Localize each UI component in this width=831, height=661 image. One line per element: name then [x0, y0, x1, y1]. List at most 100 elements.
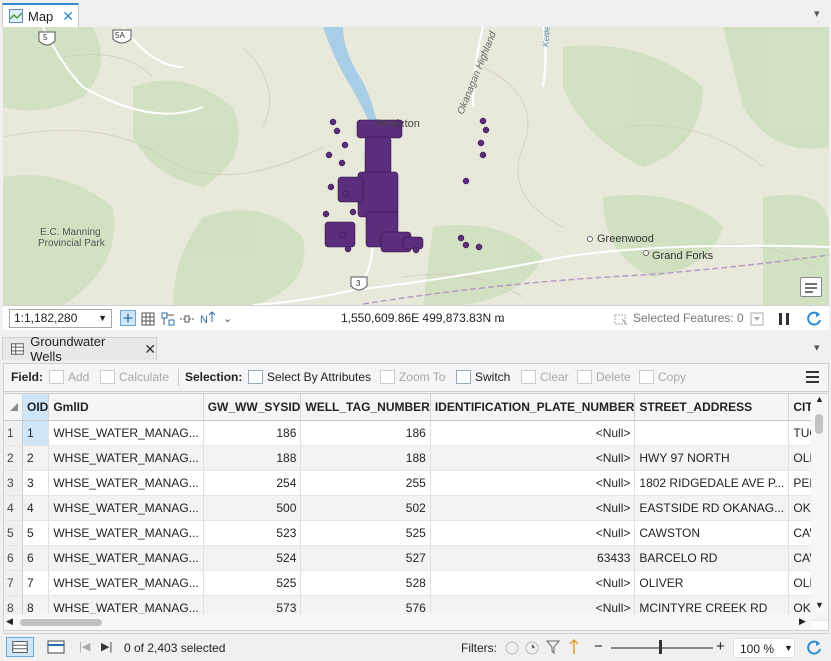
table-row[interactable]: 5 5 WHSE_WATER_MANAG... 523 525 <Null> CAWSTON…	[4, 520, 828, 546]
table-cell[interactable]: WHSE_WATER_MANAG...	[48, 570, 204, 596]
table-cell[interactable]: CAWSTON	[634, 520, 790, 546]
row-number[interactable]: 3	[4, 470, 23, 496]
row-selector-header[interactable]	[4, 394, 23, 421]
row-number[interactable]: 5	[4, 520, 23, 546]
select-by-attributes-button[interactable]: Select By Attributes	[248, 370, 371, 384]
column-header[interactable]: OID	[22, 394, 50, 421]
extent-filter-icon[interactable]	[504, 640, 520, 656]
table-cell[interactable]: WHSE_WATER_MANAG...	[48, 520, 204, 546]
row-number[interactable]: 7	[4, 570, 23, 596]
chevron-down-icon[interactable]: ▾	[814, 341, 820, 354]
calculate-button[interactable]: Calculate	[100, 370, 169, 384]
scroll-down-icon[interactable]: ▼	[815, 600, 824, 610]
column-header[interactable]: STREET_ADDRESS	[634, 394, 790, 421]
chevron-down-icon[interactable]: ▾	[814, 7, 820, 20]
table-cell[interactable]: 4	[22, 495, 50, 521]
definition-filter-icon[interactable]	[546, 639, 562, 655]
table-cell[interactable]: <Null>	[430, 445, 636, 471]
table-cell[interactable]: 1	[22, 420, 50, 446]
table-row[interactable]: 4 4 WHSE_WATER_MANAG... 500 502 <Null> EASTSID…	[4, 495, 828, 521]
table-row[interactable]: 3 3 WHSE_WATER_MANAG... 254 255 <Null> 1802 RI…	[4, 470, 828, 496]
column-header[interactable]: GW_WW_SYSID	[203, 394, 302, 421]
table-cell[interactable]: <Null>	[430, 495, 636, 521]
clear-button[interactable]: Clear	[521, 370, 569, 384]
row-number[interactable]: 2	[4, 445, 23, 471]
table-cell[interactable]: 7	[22, 570, 50, 596]
table-cell[interactable]: EASTSIDE RD OKANAG...	[634, 495, 790, 521]
zoom-slider-track[interactable]	[611, 647, 713, 649]
table-cell[interactable]: 186	[300, 420, 431, 446]
scrollbar-thumb[interactable]	[815, 414, 823, 434]
table-row[interactable]: 11WHSE_WATER_MANAG...186186<Null>TUGELNU…	[4, 420, 828, 446]
table-cell[interactable]: WHSE_WATER_MANAG...	[48, 470, 204, 496]
table-cell[interactable]: 254	[203, 470, 302, 496]
table-row[interactable]: 6 6 WHSE_WATER_MANAG... 524 527 63433 BARCELO …	[4, 545, 828, 571]
table-cell[interactable]: <Null>	[430, 570, 636, 596]
row-number[interactable]: 6	[4, 545, 23, 571]
scrollbar-thumb[interactable]	[20, 619, 102, 626]
table-cell[interactable]: 6	[22, 545, 50, 571]
table-cell[interactable]: HWY 97 NORTH	[634, 445, 790, 471]
table-cell[interactable]: 502	[300, 495, 431, 521]
table-cell[interactable]: WHSE_WATER_MANAG...	[48, 545, 204, 571]
chevron-down-icon[interactable]: ⌄	[497, 312, 506, 325]
basemap[interactable]: Penticton Okanagan Highland Kettle E.C. …	[3, 27, 829, 305]
table-cell[interactable]: 5	[22, 520, 50, 546]
scroll-left-icon[interactable]: ◀	[6, 616, 13, 627]
delete-button[interactable]: Delete	[577, 370, 631, 384]
column-header[interactable]: WELL_TAG_NUMBER	[300, 394, 431, 421]
table-row[interactable]: 77WHSE_WATER_MANAG...525528<Null>OLIVERO…	[4, 570, 828, 596]
north-arrow-icon[interactable]: N	[199, 310, 215, 326]
switch-button[interactable]: Switch	[456, 370, 510, 384]
zoom-level-dropdown[interactable]: 100 % ▼	[733, 638, 795, 658]
tab-groundwater-wells[interactable]: Groundwater Wells ✕	[2, 334, 157, 364]
table-cell[interactable]: 523	[203, 520, 302, 546]
zoom-to-button[interactable]: Zoom To	[380, 370, 445, 384]
zoom-in-icon[interactable]: +	[716, 638, 725, 655]
grid-icon[interactable]	[140, 311, 156, 327]
table-cell[interactable]: 2	[22, 445, 50, 471]
snapping-icon[interactable]	[160, 311, 176, 327]
table-cell[interactable]: WHSE_WATER_MANAG...	[48, 420, 204, 446]
table-cell[interactable]: 527	[300, 545, 431, 571]
refresh-icon[interactable]	[806, 639, 822, 655]
table-cell[interactable]: 500	[203, 495, 302, 521]
column-header[interactable]: GmlID	[48, 394, 204, 421]
attribute-table[interactable]: OID GmlID GW_WW_SYSID WELL_TAG_NUMBER ID…	[3, 393, 829, 631]
horizontal-scrollbar[interactable]: ◀ ▶	[4, 614, 812, 630]
row-number[interactable]: 4	[4, 495, 23, 521]
table-cell[interactable]: 525	[300, 520, 431, 546]
vertical-scrollbar[interactable]: ▲ ▼	[811, 394, 828, 614]
table-cell[interactable]: 188	[300, 445, 431, 471]
table-cell[interactable]: 63433	[430, 545, 636, 571]
time-filter-icon[interactable]	[524, 640, 540, 656]
overview-map-button[interactable]	[800, 277, 822, 297]
table-cell[interactable]: <Null>	[430, 420, 636, 446]
table-cell[interactable]: WHSE_WATER_MANAG...	[48, 445, 204, 471]
table-cell[interactable]: 186	[203, 420, 302, 446]
column-header[interactable]: IDENTIFICATION_PLATE_NUMBER	[430, 394, 636, 421]
map-view[interactable]: Penticton Okanagan Highland Kettle E.C. …	[3, 27, 829, 305]
last-record-icon[interactable]: ▶|	[101, 640, 112, 653]
close-icon[interactable]: ✕	[62, 8, 74, 25]
table-cell[interactable]: 188	[203, 445, 302, 471]
table-cell[interactable]: <Null>	[430, 470, 636, 496]
fixed-zoom-icon[interactable]	[120, 310, 136, 326]
table-cell[interactable]: 525	[203, 570, 302, 596]
add-field-button[interactable]: Add	[49, 370, 89, 384]
table-cell[interactable]: <Null>	[430, 520, 636, 546]
table-cell[interactable]: 1802 RIDGEDALE AVE P...	[634, 470, 790, 496]
table-row[interactable]: 2 2 WHSE_WATER_MANAG... 188 188 <Null> HWY 97 …	[4, 445, 828, 471]
show-all-records-icon[interactable]	[6, 637, 34, 657]
scroll-up-icon[interactable]: ▲	[815, 394, 824, 404]
table-cell[interactable]: OLIVER	[634, 570, 790, 596]
refresh-icon[interactable]	[806, 310, 822, 326]
zoom-slider-handle[interactable]	[659, 640, 662, 654]
table-cell[interactable]	[634, 420, 790, 446]
chevron-down-icon[interactable]: ⌄	[223, 312, 232, 325]
show-selected-records-icon[interactable]	[47, 640, 65, 654]
table-cell[interactable]: 524	[203, 545, 302, 571]
filter-icon[interactable]	[749, 311, 765, 327]
zoom-out-icon[interactable]: −	[594, 638, 603, 655]
table-cell[interactable]: 255	[300, 470, 431, 496]
